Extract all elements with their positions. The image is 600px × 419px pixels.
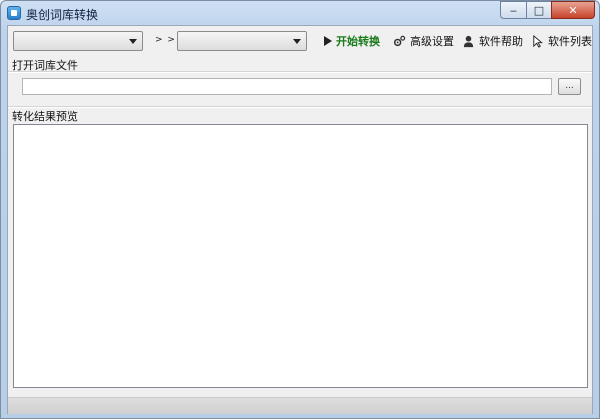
browse-button[interactable]: ... [558,78,581,95]
section-divider [8,106,592,108]
software-help-button[interactable]: 软件帮助 [462,32,523,50]
software-list-button[interactable]: 软件列表 [531,32,592,50]
app-icon [7,6,21,20]
gear-icon [393,35,406,46]
chevron-down-icon [129,39,137,44]
source-format-select[interactable] [13,31,143,51]
maximize-button[interactable]: □ [526,1,551,19]
close-button[interactable]: ✕ [551,1,595,19]
maximize-icon: □ [533,3,545,17]
advanced-settings-button[interactable]: 高级设置 [393,32,454,50]
minimize-icon: ‒ [510,3,517,17]
app-window: 奥创词库转换 ‒ □ ✕ > > 开始转换 高级设置 软件帮助 软件列表 打开词… [0,0,600,419]
open-file-divider [8,71,592,73]
software-list-label: 软件列表 [548,35,592,48]
start-convert-button[interactable]: 开始转换 [324,32,380,50]
preview-textarea[interactable] [13,124,588,388]
window-title: 奥创词库转换 [26,8,99,22]
play-icon [324,36,332,46]
file-path-input[interactable] [22,78,552,95]
main-panel: > > 开始转换 高级设置 软件帮助 软件列表 打开词库文件 ... 转化结果预… [7,25,593,414]
direction-arrows: > > [155,35,176,45]
minimize-button[interactable]: ‒ [500,1,526,19]
preview-label: 转化结果预览 [12,110,78,123]
user-help-icon [463,35,474,47]
cursor-icon [533,34,543,48]
window-controls: ‒ □ ✕ [500,1,595,19]
status-bar [8,397,592,414]
start-convert-label: 开始转换 [336,35,380,48]
close-icon: ✕ [568,3,578,17]
software-help-label: 软件帮助 [479,35,523,48]
title-bar[interactable]: 奥创词库转换 ‒ □ ✕ [1,1,599,25]
toolbar: > > 开始转换 高级设置 软件帮助 软件列表 [8,26,592,54]
advanced-settings-label: 高级设置 [410,35,454,48]
target-format-select[interactable] [177,31,307,51]
chevron-down-icon [293,39,301,44]
